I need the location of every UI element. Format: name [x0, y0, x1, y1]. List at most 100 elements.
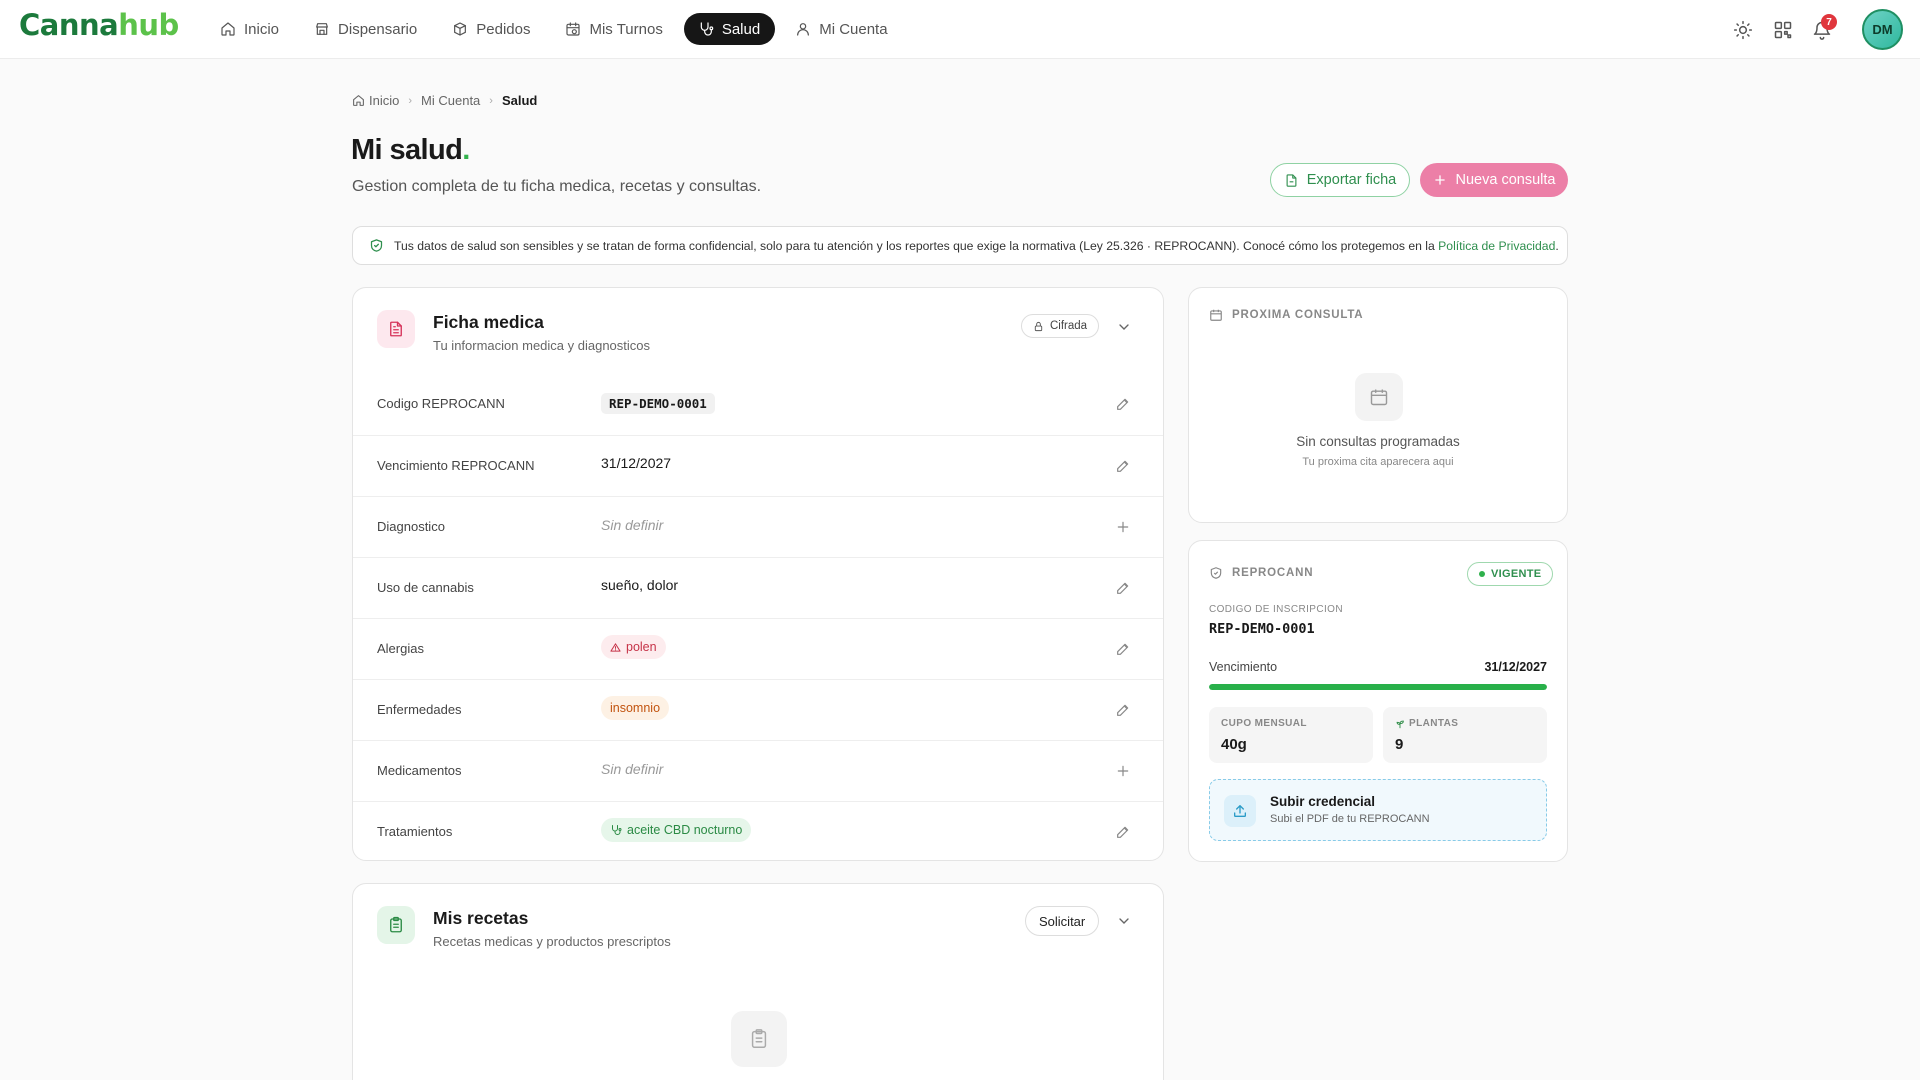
treatment-chip: aceite CBD nocturno: [601, 818, 752, 842]
plus-icon: [1434, 175, 1445, 185]
field-label: Tratamientos: [377, 824, 453, 839]
pencil-icon[interactable]: [1115, 824, 1131, 840]
field-label: Vencimiento REPROCANN: [377, 458, 535, 473]
nav-item-mis-turnos[interactable]: Mis Turnos: [551, 13, 677, 45]
shield-check-icon: [1210, 567, 1222, 579]
reprocann-card: REPROCANN VIGENTE CODIGO DE INSCRIPCION …: [1188, 540, 1568, 862]
new-consultation-label: Nueva consulta: [1455, 172, 1556, 188]
plus-icon[interactable]: [1115, 519, 1131, 535]
nav-item-pedidos[interactable]: Pedidos: [438, 13, 545, 45]
plants-stat: PLANTAS 9: [1383, 707, 1547, 763]
lock-icon: [1034, 321, 1043, 331]
nav-item-mi-cuenta[interactable]: Mi Cuenta: [781, 13, 902, 45]
registration-code: REP-DEMO-0001: [1209, 621, 1315, 637]
pencil-icon[interactable]: [1115, 458, 1131, 474]
stethoscope-icon: [612, 825, 622, 835]
top-navbar: Cannahub Inicio Dispensario Pedidos Mis …: [0, 0, 1920, 59]
document-icon: [377, 310, 415, 348]
request-prescription-button[interactable]: Solicitar: [1025, 906, 1100, 936]
privacy-policy-link[interactable]: Política de Privacidad: [1438, 239, 1555, 253]
home-icon: [221, 22, 235, 36]
sun-icon[interactable]: [1733, 20, 1753, 40]
list-item: Vencimiento REPROCANN 31/12/2027: [353, 435, 1163, 496]
card-heading: REPROCANN: [1209, 566, 1313, 580]
card-title: Ficha medica: [433, 312, 544, 332]
field-value: polen: [601, 635, 666, 662]
nav-item-dispensario[interactable]: Dispensario: [300, 13, 432, 45]
privacy-notice: Tus datos de salud son sensibles y se tr…: [352, 226, 1568, 265]
breadcrumb-home[interactable]: Inicio: [352, 93, 399, 108]
validity-progress-bar: [1209, 684, 1547, 690]
file-icon: [1286, 173, 1297, 187]
brand-logo[interactable]: Cannahub: [19, 8, 179, 42]
list-item: Codigo REPROCANN REP-DEMO-0001: [353, 374, 1163, 435]
nav-item-salud[interactable]: Salud: [683, 13, 776, 45]
card-heading: PROXIMA CONSULTA: [1209, 308, 1363, 322]
card-subtitle: Tu informacion medica y diagnosticos: [433, 338, 651, 353]
shield-check-icon: [370, 239, 383, 252]
sprout-icon: [1396, 720, 1404, 728]
field-value: aceite CBD nocturno: [601, 818, 752, 845]
nav-item-label: Inicio: [244, 20, 280, 38]
upload-icon: [1224, 795, 1256, 827]
field-value: sueño, dolor: [601, 577, 679, 593]
page-title: Mi salud.: [351, 134, 470, 166]
field-value: REP-DEMO-0001: [601, 393, 715, 414]
disease-chip: insomnio: [601, 696, 670, 720]
field-value: 31/12/2027: [601, 455, 672, 471]
validity-progress-fill: [1209, 684, 1547, 690]
card-title: Mis recetas: [433, 908, 529, 928]
new-consultation-button[interactable]: Nueva consulta: [1420, 163, 1568, 197]
clipboard-icon: [377, 906, 415, 944]
qr-code-icon[interactable]: [1773, 20, 1793, 40]
export-record-button[interactable]: Exportar ficha: [1270, 163, 1410, 197]
upload-title: Subir credencial: [1270, 794, 1376, 809]
stat-value: 40g: [1221, 736, 1247, 753]
page-subtitle: Gestion completa de tu ficha medica, rec…: [352, 178, 762, 195]
nav-item-label: Dispensario: [338, 20, 418, 38]
chevron-down-icon[interactable]: [1116, 913, 1132, 929]
field-label: Medicamentos: [377, 763, 462, 778]
calendar-clock-icon: [566, 22, 581, 36]
pencil-icon[interactable]: [1115, 580, 1131, 596]
chevron-right-icon: ›: [408, 94, 413, 107]
empty-state-subtitle: Tu proxima cita aparecera aqui: [1302, 456, 1454, 468]
main-nav: Inicio Dispensario Pedidos Mis Turnos Sa…: [206, 13, 903, 45]
calendar-icon: [1355, 373, 1403, 421]
monthly-quota-stat: CUPO MENSUAL 40g: [1209, 707, 1373, 763]
pencil-icon[interactable]: [1115, 702, 1131, 718]
list-item: Uso de cannabis sueño, dolor: [353, 557, 1163, 618]
field-value: Sin definir: [601, 517, 664, 533]
status-dot: [1479, 571, 1485, 577]
field-label: Alergias: [377, 641, 424, 656]
list-item: Medicamentos Sin definir: [353, 740, 1163, 801]
upload-credential-dropzone[interactable]: Subir credencial Subi el PDF de tu REPRO…: [1209, 779, 1547, 841]
encrypted-badge: Cifrada: [1021, 314, 1100, 338]
user-icon: [797, 23, 810, 36]
medical-record-card: Ficha medica Tu informacion medica y dia…: [352, 287, 1164, 861]
pencil-icon[interactable]: [1115, 396, 1131, 412]
stat-label: PLANTAS: [1395, 718, 1458, 729]
encrypted-badge-label: Cifrada: [1050, 320, 1088, 332]
pencil-icon[interactable]: [1115, 641, 1131, 657]
avatar[interactable]: DM: [1862, 9, 1903, 50]
nav-item-inicio[interactable]: Inicio: [206, 13, 294, 45]
breadcrumb-parent[interactable]: Mi Cuenta: [421, 93, 480, 108]
field-value: Sin definir: [601, 761, 664, 777]
chevron-down-icon[interactable]: [1116, 319, 1132, 335]
store-icon: [316, 23, 328, 35]
clipboard-icon: [731, 1011, 787, 1067]
list-item: Enfermedades insomnio: [353, 679, 1163, 740]
notification-badge: 7: [1821, 14, 1837, 30]
field-value: insomnio: [601, 696, 670, 723]
nav-item-label: Pedidos: [476, 20, 531, 38]
stethoscope-icon: [700, 22, 714, 36]
breadcrumb: Inicio › Mi Cuenta › Salud: [352, 93, 537, 108]
card-subtitle: Recetas medicas y productos prescriptos: [433, 934, 671, 949]
plus-icon[interactable]: [1115, 763, 1131, 779]
calendar-icon: [1210, 309, 1222, 321]
warning-triangle-icon: [610, 642, 621, 652]
home-icon: [353, 95, 364, 106]
breadcrumb-current: Salud: [501, 93, 538, 108]
list-item: Tratamientos aceite CBD nocturno: [353, 801, 1163, 862]
